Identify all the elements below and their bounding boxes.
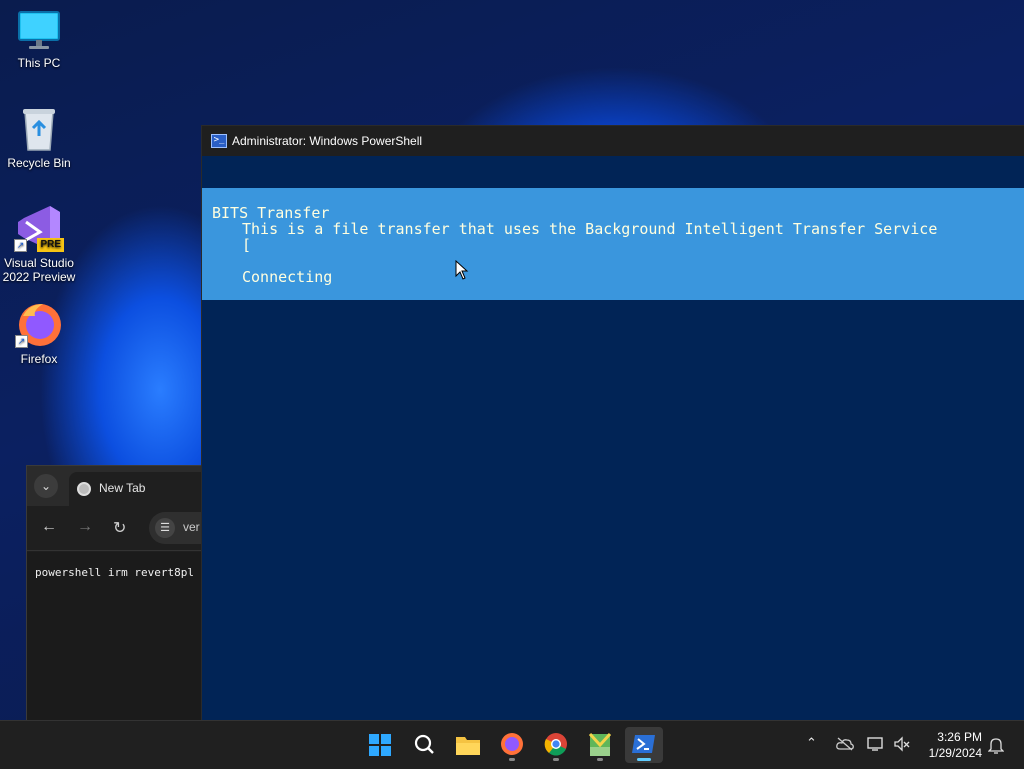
clock-date: 1/29/2024 (929, 745, 982, 761)
tab-title: New Tab (99, 481, 145, 495)
desktop-icon-label: This PC (18, 56, 61, 70)
forward-arrow-icon[interactable]: → (77, 518, 93, 536)
file-explorer-button[interactable] (449, 727, 487, 763)
desktop-icon-label: Firefox (21, 352, 58, 366)
progress-description: This is a file transfer that uses the Ba… (242, 220, 937, 238)
chrome-tab-icon (77, 482, 91, 496)
start-icon (361, 727, 399, 763)
desktop-icon-recycle-bin[interactable]: Recycle Bin (1, 106, 77, 170)
firefox-taskbar-button[interactable] (493, 727, 531, 763)
desktop-icon-visual-studio[interactable]: PRE ↗ Visual Studio 2022 Preview (1, 204, 77, 284)
site-settings-icon[interactable]: ☰ (155, 518, 175, 538)
address-text: ver (183, 520, 200, 534)
taskbar-clock[interactable]: 3:26 PM 1/29/2024 (929, 729, 982, 761)
monitor-icon (17, 10, 61, 52)
window-title: Administrator: Windows PowerShell (232, 134, 422, 148)
file-explorer-icon (449, 727, 487, 763)
desktop-icon-label: Recycle Bin (7, 156, 70, 170)
chrome-taskbar-button[interactable] (537, 727, 575, 763)
powershell-title-bar[interactable]: >_ Administrator: Windows PowerShell (202, 126, 1024, 156)
show-hidden-icons-chevron-icon[interactable]: ⌃ (806, 735, 817, 751)
recycle-bin-icon (19, 106, 59, 152)
onedrive-offline-icon[interactable] (836, 737, 854, 751)
notepad-taskbar-button[interactable] (581, 727, 619, 763)
progress-bar: [ (242, 236, 251, 254)
back-arrow-icon[interactable]: ← (41, 518, 57, 536)
reload-icon[interactable]: ↻ (113, 518, 126, 538)
desktop-icon-firefox[interactable]: ↗ Firefox (1, 302, 77, 366)
running-indicator (637, 758, 651, 761)
clock-time: 3:26 PM (929, 729, 982, 745)
powershell-taskbar-button[interactable] (625, 727, 663, 763)
pre-badge: PRE (37, 238, 64, 252)
search-button[interactable] (405, 727, 443, 763)
desktop-icon-this-pc[interactable]: This PC (1, 10, 77, 70)
start-button[interactable] (361, 727, 399, 763)
mouse-cursor-icon (455, 260, 469, 280)
shortcut-arrow-icon: ↗ (15, 335, 28, 348)
taskbar: ⌃ 3:26 PM 1/29/2024 (0, 720, 1024, 769)
running-indicator (553, 758, 559, 761)
search-icon (405, 727, 443, 763)
desktop-icon-label: Visual Studio 2022 Preview (3, 256, 76, 284)
progress-status: Connecting (242, 268, 332, 286)
running-indicator (597, 758, 603, 761)
notification-bell-icon[interactable] (988, 736, 1004, 754)
page-command-text: powershell irm revert8pl (35, 566, 194, 579)
progress-banner: BITS Transfer This is a file transfer th… (202, 188, 1024, 300)
shortcut-arrow-icon: ↗ (14, 239, 27, 252)
powershell-icon: >_ (211, 134, 227, 148)
powershell-window[interactable]: >_ Administrator: Windows PowerShell BIT… (201, 125, 1024, 721)
network-icon[interactable] (867, 736, 885, 752)
tab-search-button[interactable]: ⌄ (34, 474, 58, 498)
running-indicator (509, 758, 515, 761)
volume-muted-icon[interactable] (893, 736, 911, 752)
